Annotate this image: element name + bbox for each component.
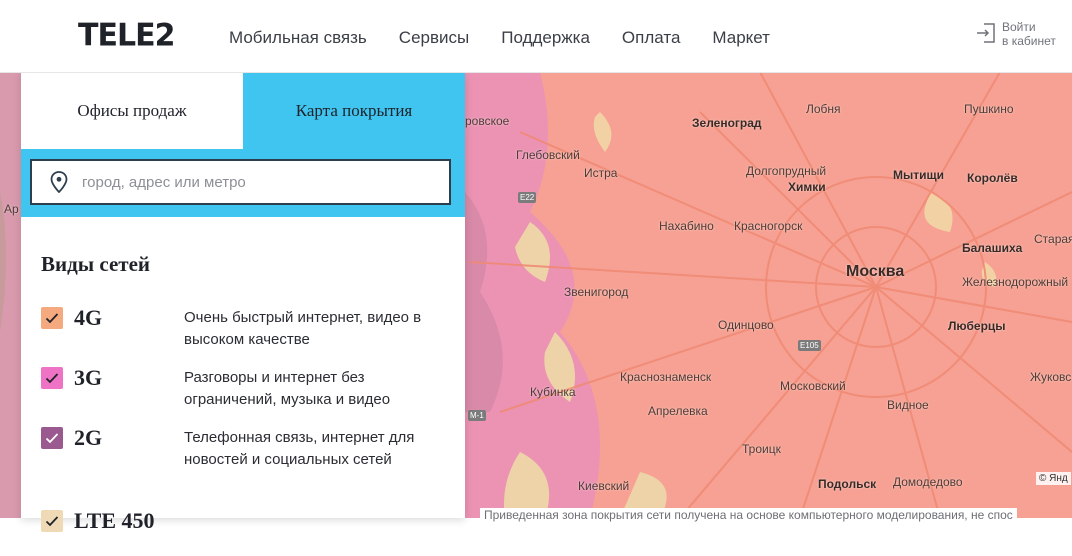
map-label-nakhabino: Нахабино [659,219,714,233]
road-badge-m1: М-1 [468,410,486,421]
map-label-krasnoznamensk: Краснознаменск [620,370,712,384]
map-label-moskovsky: Московский [780,379,846,393]
map-label-staraya: Старая [1034,232,1072,246]
check-icon [45,373,59,384]
network-row-2g: 2G Телефонная связь, интернет для новост… [41,425,451,473]
login-icon [977,23,995,43]
map-label-troitsk: Троицк [742,442,781,456]
network-desc-4g: Очень быстрый интернет, видео в высоком … [184,309,422,348]
nav-item-payment[interactable]: Оплата [622,28,680,48]
map-label-zheleznodorozhny: Железнодорожный [962,275,1069,289]
map-label-ar: Ар [4,202,19,216]
map-label-podolsk: Подольск [818,477,877,491]
nav-item-services[interactable]: Сервисы [399,28,469,48]
nav-item-mobile[interactable]: Мобильная связь [229,28,367,48]
main-nav: Мобильная связь Сервисы Поддержка Оплата… [229,28,802,48]
map-label-istra: Истра [584,166,618,180]
search-input[interactable] [80,172,424,192]
login-button[interactable]: Войти в кабинет [976,20,1056,48]
map-label-pushkino: Пушкино [964,102,1014,116]
map-label-domodedovo: Домодедово [893,475,963,489]
map-label-aprelevka: Апрелевка [648,404,708,418]
network-checkbox-2g[interactable] [41,427,63,449]
login-label-line2: в кабинет [1002,34,1056,48]
coverage-disclaimer: Приведенная зона покрытия сети получена … [480,508,1017,522]
network-row-4g: 4G Очень быстрый интернет, видео в высок… [41,305,451,353]
map-label-dolgoprudny: Долгопрудный [746,164,827,178]
check-icon [45,516,59,527]
map-label-balashikha: Балашиха [962,241,1023,255]
map-label-zhukovsky: Жуковс [1030,370,1072,384]
nav-item-market[interactable]: Маркет [712,28,770,48]
map-label-zvenigorod: Звенигород [564,285,629,299]
network-desc-2g: Телефонная связь, интернет для новостей … [184,429,415,468]
map-label-lyubertsy: Люберцы [948,319,1006,333]
map-label-lobnya: Лобня [806,102,841,116]
network-checkbox-lte450[interactable] [41,510,63,532]
map-label-zelenograd: Зеленоград [692,116,762,130]
road-badge-e105: E105 [798,340,821,351]
network-name-3g: 3G [74,365,103,390]
map-label-mytishchi: Мытищи [893,168,944,182]
login-label-line1: Войти [1002,20,1036,34]
network-row-3g: 3G Разговоры и интернет без ограничений,… [41,365,451,413]
panel-tabs: Офисы продаж Карта покрытия [21,72,465,149]
tab-coverage-map[interactable]: Карта покрытия [243,72,465,149]
map-copyright[interactable]: © Янд [1036,472,1071,485]
map-label-korolev: Королёв [967,171,1018,185]
site-header: TELE2 Мобильная связь Сервисы Поддержка … [0,0,1072,73]
network-checkbox-3g[interactable] [41,367,63,389]
search-box[interactable] [30,159,451,205]
map-label-odintsovo: Одинцово [718,318,774,332]
road-badge-e22: E22 [518,192,537,203]
network-row-lte450: LTE 450 [41,508,451,556]
location-pin-icon [50,171,68,193]
coverage-panel: Офисы продаж Карта покрытия Виды сетей 4… [21,72,465,533]
map-label-moskva: Москва [846,263,905,280]
network-name-lte450: LTE 450 [74,508,155,533]
network-name-4g: 4G [74,305,103,330]
map-label-kubinka: Кубинка [530,385,576,399]
tele2-logo[interactable]: TELE2 [78,17,175,54]
map-label-kievsky: Киевский [578,479,630,493]
check-icon [45,313,59,324]
map-label-glebovsky: Глебовский [516,148,580,162]
map-label-vidnoe: Видное [887,398,929,412]
search-area [21,149,465,217]
networks-title: Виды сетей [41,252,151,276]
map-label-khimki: Химки [788,180,826,194]
network-name-2g: 2G [74,425,103,450]
nav-item-support[interactable]: Поддержка [501,28,590,48]
network-checkbox-4g[interactable] [41,307,63,329]
check-icon [45,433,59,444]
map-label-rovskoe: ровское [465,114,510,128]
tab-sales-offices[interactable]: Офисы продаж [21,72,243,149]
network-desc-3g: Разговоры и интернет без ограничений, му… [184,369,391,408]
map-label-krasnogorsk: Красногорск [734,219,803,233]
